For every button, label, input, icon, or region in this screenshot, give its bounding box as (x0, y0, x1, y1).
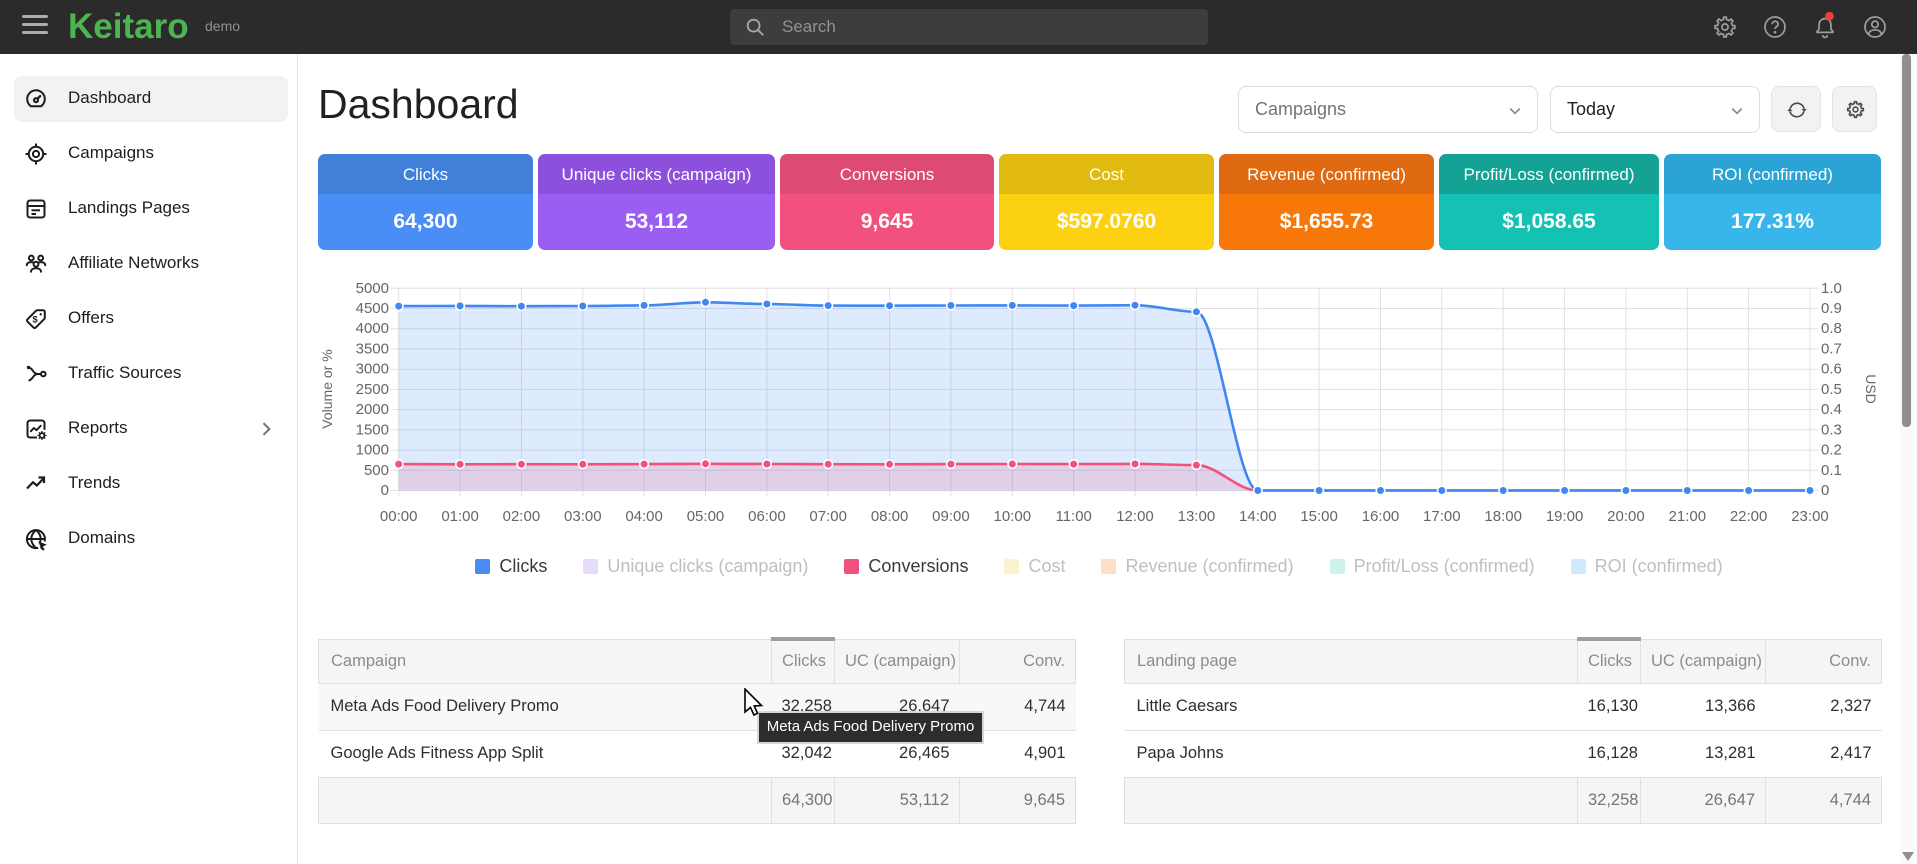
svg-text:0.5: 0.5 (1821, 381, 1842, 398)
svg-text:0.9: 0.9 (1821, 300, 1842, 317)
svg-text:0.1: 0.1 (1821, 462, 1842, 479)
svg-text:01:00: 01:00 (441, 508, 479, 525)
svg-text:09:00: 09:00 (932, 508, 970, 525)
svg-text:$: $ (32, 315, 38, 326)
svg-text:17:00: 17:00 (1423, 508, 1461, 525)
svg-text:03:00: 03:00 (564, 508, 602, 525)
svg-text:14:00: 14:00 (1239, 508, 1277, 525)
svg-text:4500: 4500 (356, 300, 389, 317)
svg-text:10:00: 10:00 (994, 508, 1032, 525)
svg-text:2000: 2000 (356, 401, 389, 418)
svg-text:1.0: 1.0 (1821, 280, 1842, 297)
svg-text:13:00: 13:00 (1178, 508, 1216, 525)
svg-text:22:00: 22:00 (1730, 508, 1768, 525)
svg-text:Volume or %: Volume or % (319, 349, 335, 428)
svg-text:08:00: 08:00 (871, 508, 909, 525)
svg-text:4000: 4000 (356, 320, 389, 337)
svg-text:0: 0 (381, 482, 389, 499)
svg-text:0.6: 0.6 (1821, 361, 1842, 378)
svg-text:16:00: 16:00 (1362, 508, 1400, 525)
svg-text:23:00: 23:00 (1791, 508, 1829, 525)
svg-text:0.2: 0.2 (1821, 442, 1842, 459)
svg-text:0.7: 0.7 (1821, 341, 1842, 358)
svg-text:18:00: 18:00 (1484, 508, 1522, 525)
svg-text:15:00: 15:00 (1300, 508, 1338, 525)
svg-text:04:00: 04:00 (625, 508, 663, 525)
svg-text:06:00: 06:00 (748, 508, 786, 525)
svg-text:0.4: 0.4 (1821, 401, 1842, 418)
svg-text:1500: 1500 (356, 421, 389, 438)
svg-text:0.8: 0.8 (1821, 320, 1842, 337)
svg-text:0.3: 0.3 (1821, 421, 1842, 438)
svg-text:2500: 2500 (356, 381, 389, 398)
svg-text:12:00: 12:00 (1116, 508, 1154, 525)
svg-text:07:00: 07:00 (809, 508, 847, 525)
svg-text:00:00: 00:00 (380, 508, 418, 525)
svg-text:11:00: 11:00 (1055, 508, 1091, 525)
svg-text:USD: USD (1863, 374, 1879, 404)
svg-text:19:00: 19:00 (1546, 508, 1584, 525)
svg-text:500: 500 (364, 462, 389, 479)
svg-text:20:00: 20:00 (1607, 508, 1645, 525)
svg-text:21:00: 21:00 (1669, 508, 1707, 525)
svg-text:3000: 3000 (356, 361, 389, 378)
svg-text:0: 0 (1821, 482, 1829, 499)
svg-text:05:00: 05:00 (687, 508, 725, 525)
svg-text:02:00: 02:00 (503, 508, 541, 525)
svg-text:5000: 5000 (356, 280, 389, 297)
svg-text:1000: 1000 (356, 442, 389, 459)
svg-text:3500: 3500 (356, 341, 389, 358)
